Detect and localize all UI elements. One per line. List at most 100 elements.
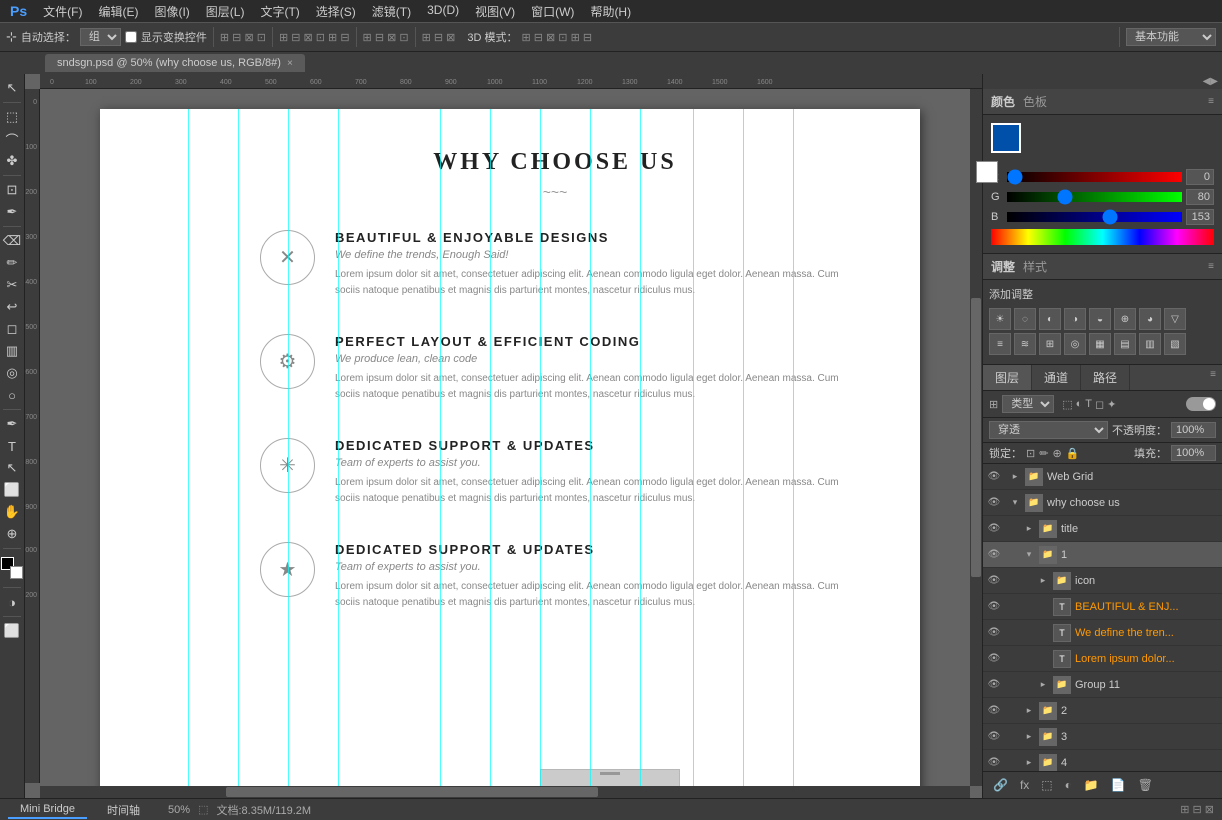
tab-paths[interactable]: 路径 [1081, 365, 1130, 390]
document-tab[interactable]: sndsgn.psd @ 50% (why choose us, RGB/8#)… [45, 54, 305, 72]
shape-tool[interactable]: ⬜ [2, 480, 22, 500]
blend-mode-select[interactable]: 穿透 [989, 421, 1108, 439]
vertical-scrollbar[interactable] [970, 89, 982, 786]
layer-expand-web-grid[interactable]: ▸ [1009, 471, 1021, 483]
adj-bw[interactable]: ◕ [1139, 308, 1161, 330]
adj-exposure[interactable]: ◐ [1039, 308, 1061, 330]
layer-item-group-2[interactable]: 👁 ▸ 📁 2 [983, 698, 1222, 724]
delete-layer-icon[interactable]: 🗑 [1134, 776, 1157, 794]
menu-item-f[interactable]: 文件(F) [35, 1, 90, 22]
mini-bridge-tab[interactable]: Mini Bridge [8, 801, 87, 819]
layer-vis-we-define-text[interactable]: 👁 [987, 626, 1001, 640]
adj-hsl[interactable]: ◒ [1089, 308, 1111, 330]
layer-item-title[interactable]: 👁 ▸ 📁 title [983, 516, 1222, 542]
hand-tool[interactable]: ✋ [2, 502, 22, 522]
layer-vis-icon[interactable]: 👁 [987, 574, 1001, 588]
layer-expand-why-choose-us[interactable]: ▾ [1009, 497, 1021, 509]
menu-item-h[interactable]: 帮助(H) [582, 1, 639, 22]
mask-icon[interactable]: ⬚ [1037, 776, 1056, 794]
transform-checkbox[interactable] [125, 31, 137, 43]
b-value[interactable]: 153 [1186, 209, 1214, 225]
layer-item-why-choose-us[interactable]: 👁 ▾ 📁 why choose us [983, 490, 1222, 516]
adj-levels[interactable]: ≡ [989, 333, 1011, 355]
history-brush-tool[interactable]: ↩ [2, 297, 22, 317]
filter-adj-icon[interactable]: ◐ [1076, 398, 1083, 411]
layer-vis-group-4[interactable]: 👁 [987, 756, 1001, 770]
adj-color-balance[interactable]: ⊕ [1114, 308, 1136, 330]
layer-vis-why-choose-us[interactable]: 👁 [987, 496, 1001, 510]
menu-item-t[interactable]: 滤镜(T) [364, 1, 419, 22]
layer-item-group-3[interactable]: 👁 ▸ 📁 3 [983, 724, 1222, 750]
filter-pixel-icon[interactable]: ⬚ [1062, 398, 1072, 411]
folder-icon[interactable]: 📁 [1080, 776, 1103, 794]
color-fg-swatch[interactable] [991, 123, 1021, 153]
color-panel-menu[interactable]: ≡ [1208, 96, 1214, 107]
filter-shape-icon[interactable]: ◻ [1095, 398, 1104, 411]
screen-mode-tool[interactable]: ⬜ [2, 621, 22, 641]
crop-tool[interactable]: ⊡ [2, 180, 22, 200]
rectangle-select-tool[interactable]: ⬚ [2, 107, 22, 127]
layer-expand-group-1[interactable]: ▾ [1023, 549, 1035, 561]
layer-expand-group-2[interactable]: ▸ [1023, 705, 1035, 717]
layer-item-lorem-text[interactable]: 👁 T Lorem ipsum dolor... [983, 646, 1222, 672]
filter-toggle[interactable] [1186, 397, 1216, 411]
adj-channel-mixer[interactable]: ≋ [1014, 333, 1036, 355]
layer-item-group-1[interactable]: 👁 ▾ 📁 1 [983, 542, 1222, 568]
adj-posterize[interactable]: ▦ [1089, 333, 1111, 355]
layer-vis-group-2[interactable]: 👁 [987, 704, 1001, 718]
zoom-tool[interactable]: ⊕ [2, 524, 22, 544]
move-tool[interactable]: ↖ [2, 78, 22, 98]
layer-expand-group-3[interactable]: ▸ [1023, 731, 1035, 743]
layer-expand-lorem-text[interactable] [1037, 653, 1049, 665]
menu-item-v[interactable]: 视图(V) [467, 1, 523, 22]
panel-collapse-arrow[interactable]: ◀▶ [1203, 76, 1218, 87]
swatches-panel-title[interactable]: 色板 [1023, 93, 1047, 110]
layer-expand-icon[interactable]: ▸ [1037, 575, 1049, 587]
layer-vis-lorem-text[interactable]: 👁 [987, 652, 1001, 666]
layer-item-we-define-text[interactable]: 👁 T We define the tren... [983, 620, 1222, 646]
layer-type-filter[interactable]: 类型 [1002, 395, 1054, 413]
quick-mask-tool[interactable]: ◑ [2, 592, 22, 612]
g-slider[interactable] [1007, 192, 1182, 202]
menu-item-t[interactable]: 文字(T) [252, 1, 307, 22]
g-value[interactable]: 80 [1186, 189, 1214, 205]
layer-expand-group-4[interactable]: ▸ [1023, 757, 1035, 769]
layer-vis-web-grid[interactable]: 👁 [987, 470, 1001, 484]
color-spectrum[interactable] [991, 229, 1214, 245]
layer-expand-title[interactable]: ▸ [1023, 523, 1035, 535]
layer-item-beautiful-text[interactable]: 👁 T BEAUTIFUL & ENJ... [983, 594, 1222, 620]
menu-item-w[interactable]: 窗口(W) [523, 1, 582, 22]
canvas-area[interactable]: 0 100 200 300 400 500 600 700 800 900 10… [25, 74, 982, 798]
layer-vis-group-1[interactable]: 👁 [987, 548, 1001, 562]
styles-title[interactable]: 样式 [1023, 258, 1047, 275]
adj-threshold[interactable]: ▤ [1114, 333, 1136, 355]
adj-panel-menu[interactable]: ≡ [1208, 261, 1214, 272]
layer-expand-beautiful-text[interactable] [1037, 601, 1049, 613]
adj-invert[interactable]: ◎ [1064, 333, 1086, 355]
r-slider[interactable] [1007, 172, 1182, 182]
fx-icon[interactable]: fx [1016, 776, 1033, 794]
opacity-input[interactable] [1171, 422, 1216, 438]
layer-vis-group-3[interactable]: 👁 [987, 730, 1001, 744]
color-fg-bg[interactable] [991, 123, 1029, 161]
quick-select-tool[interactable]: ✤ [2, 151, 22, 171]
type-tool[interactable]: T [2, 436, 22, 456]
layer-expand-we-define-text[interactable] [1037, 627, 1049, 639]
blur-tool[interactable]: ◎ [2, 363, 22, 383]
adjustments-title[interactable]: 调整 [991, 258, 1015, 275]
lock-all-icon[interactable]: 🔒 [1066, 447, 1080, 460]
adj-color-lookup[interactable]: ⊞ [1039, 333, 1061, 355]
lock-transparent-icon[interactable]: ⊡ [1026, 447, 1035, 460]
layer-vis-title[interactable]: 👁 [987, 522, 1001, 536]
brush-tool[interactable]: ✏ [2, 253, 22, 273]
pen-tool[interactable]: ✒ [2, 414, 22, 434]
dodge-tool[interactable]: ○ [2, 385, 22, 405]
tab-channels[interactable]: 通道 [1032, 365, 1081, 390]
r-value[interactable]: 0 [1186, 169, 1214, 185]
filter-text-icon[interactable]: T [1085, 398, 1092, 411]
layers-panel-menu[interactable]: ≡ [1204, 365, 1222, 390]
lasso-tool[interactable]: ⌒ [2, 129, 22, 149]
timeline-tab[interactable]: 时间轴 [95, 800, 152, 820]
menu-item-e[interactable]: 编辑(E) [90, 1, 146, 22]
layer-item-web-grid[interactable]: 👁 ▸ 📁 Web Grid [983, 464, 1222, 490]
